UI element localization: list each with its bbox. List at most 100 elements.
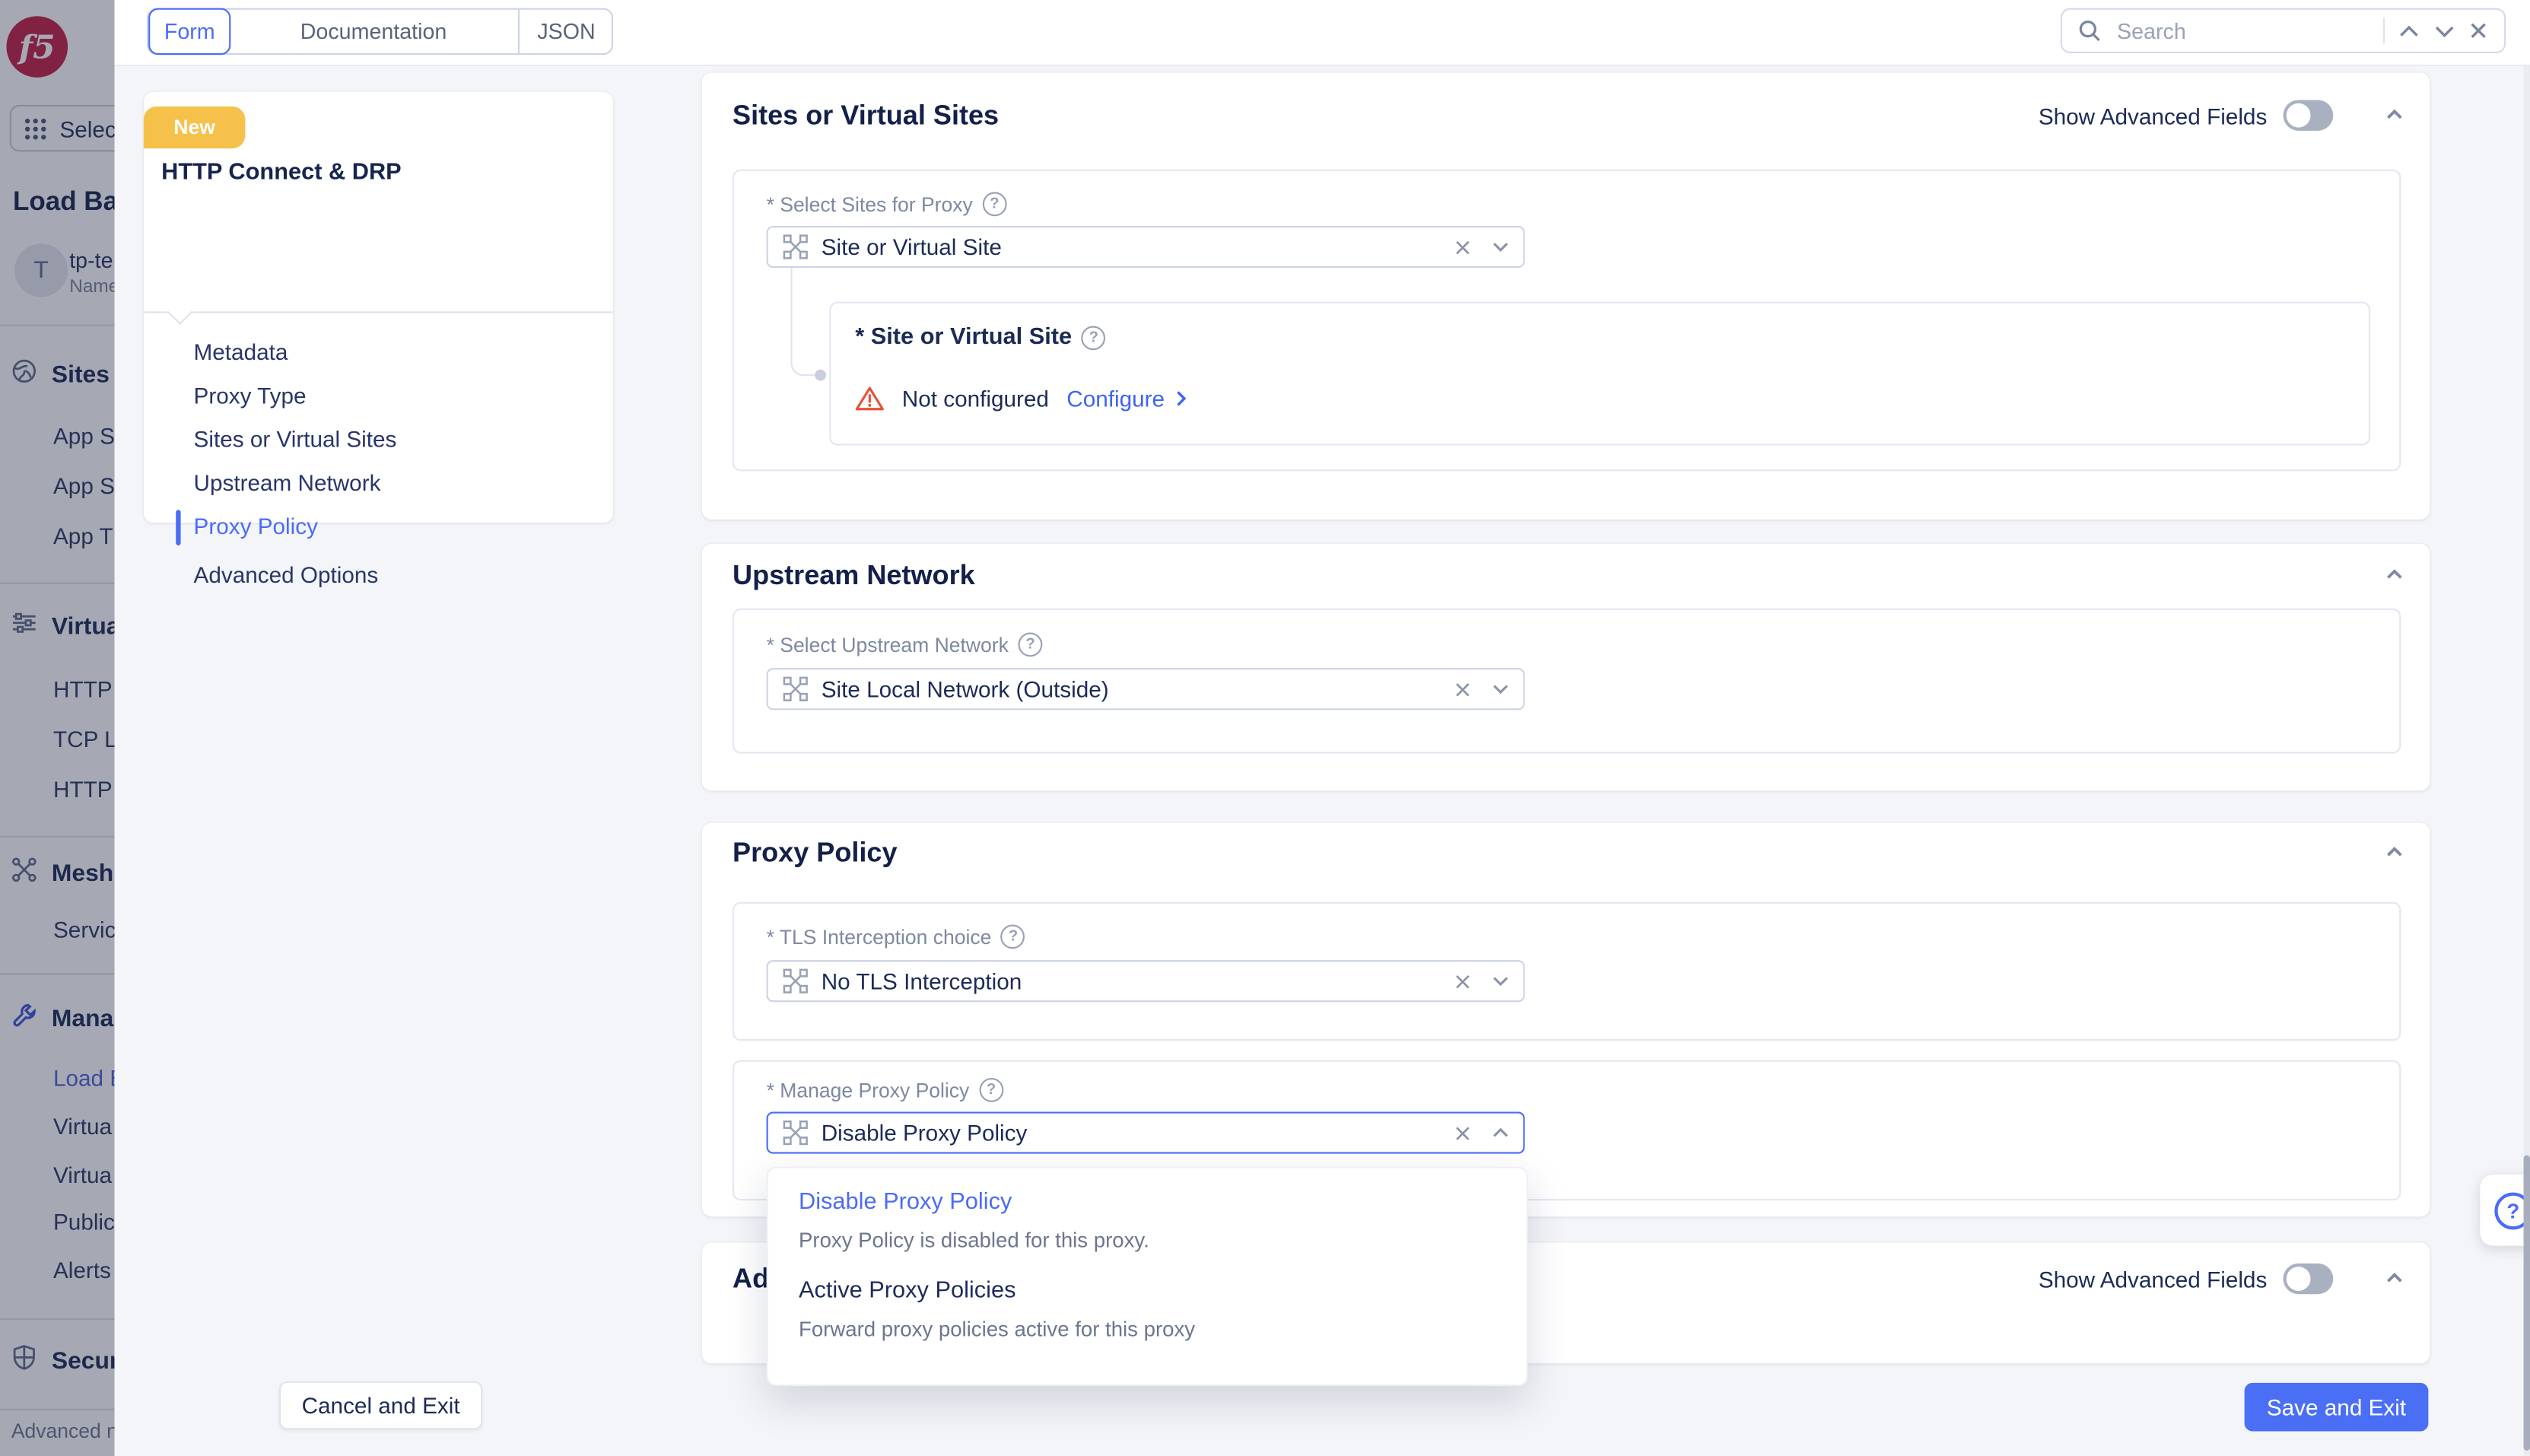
clear-icon[interactable] bbox=[1454, 1124, 1471, 1141]
form-nav-upstream-network[interactable]: Upstream Network bbox=[194, 469, 381, 495]
form-nav-metadata[interactable]: Metadata bbox=[194, 339, 288, 364]
scrollbar-thumb[interactable] bbox=[2522, 1156, 2530, 1451]
active-nav-indicator bbox=[176, 510, 180, 545]
clear-icon[interactable] bbox=[1454, 238, 1471, 256]
field-label-text: * Select Sites for Proxy bbox=[767, 192, 973, 215]
warning-icon bbox=[855, 386, 884, 412]
advanced-fields-row: Show Advanced Fields bbox=[2039, 100, 2333, 131]
clear-icon[interactable] bbox=[1454, 680, 1471, 698]
tab-json[interactable]: JSON bbox=[518, 10, 613, 53]
chevron-up-icon[interactable] bbox=[2398, 24, 2420, 38]
collapse-section-icon[interactable] bbox=[2385, 846, 2404, 859]
chevron-down-icon[interactable] bbox=[2433, 24, 2456, 38]
collapse-section-icon[interactable] bbox=[2385, 108, 2404, 121]
collapse-section-icon[interactable] bbox=[2385, 568, 2404, 581]
field-label-text: * Select Upstream Network bbox=[767, 634, 1009, 656]
chevron-down-icon[interactable] bbox=[1491, 240, 1510, 253]
show-advanced-fields-toggle[interactable] bbox=[2283, 1264, 2333, 1294]
tab-documentation[interactable]: Documentation bbox=[229, 10, 518, 53]
view-tabs: Form Documentation JSON bbox=[147, 8, 613, 56]
show-advanced-fields-toggle[interactable] bbox=[2283, 100, 2333, 131]
section-notch bbox=[167, 300, 192, 325]
reference-icon bbox=[783, 234, 809, 260]
help-tooltip-icon[interactable]: ? bbox=[1001, 924, 1025, 949]
divider bbox=[144, 311, 613, 313]
find-bar bbox=[2061, 8, 2506, 53]
field-group: * TLS Interception choice ? No TLS Inter… bbox=[733, 902, 2401, 1041]
advanced-fields-label: Show Advanced Fields bbox=[2039, 103, 2267, 129]
manage-proxy-policy-dropdown: Disable Proxy Policy Proxy Policy is dis… bbox=[767, 1167, 1528, 1386]
status-row: Not configured Configure bbox=[855, 386, 1187, 412]
help-tooltip-icon[interactable]: ? bbox=[979, 1078, 1003, 1102]
select-value: No TLS Interception bbox=[822, 968, 1441, 994]
cancel-and-exit-button[interactable]: Cancel and Exit bbox=[279, 1381, 482, 1430]
configure-link-text: Configure bbox=[1066, 386, 1165, 412]
form-title: HTTP Connect & DRP bbox=[161, 160, 402, 186]
select-value: Site or Virtual Site bbox=[822, 234, 1441, 260]
section-sites-or-virtual-sites: Sites or Virtual Sites Show Advanced Fie… bbox=[702, 72, 2430, 520]
section-upstream-network: Upstream Network * Select Upstream Netwo… bbox=[702, 544, 2430, 791]
backdrop-sidebar: f5 Selec Load Ba T tp-te Name Sites App … bbox=[0, 0, 115, 1456]
tree-connector-dot bbox=[815, 369, 826, 380]
form-nav-proxy-type[interactable]: Proxy Type bbox=[194, 383, 307, 409]
collapse-section-icon[interactable] bbox=[2385, 1272, 2404, 1285]
chevron-up-icon[interactable] bbox=[1491, 1127, 1510, 1140]
close-icon[interactable] bbox=[2468, 21, 2487, 40]
select-manage-proxy-policy[interactable]: Disable Proxy Policy bbox=[767, 1112, 1525, 1154]
tree-connector bbox=[790, 268, 821, 376]
nested-field-label: * Site or Virtual Site ? bbox=[855, 324, 1105, 350]
select-sites-for-proxy[interactable]: Site or Virtual Site bbox=[767, 226, 1525, 268]
section-title: Sites or Virtual Sites bbox=[733, 100, 999, 132]
save-and-exit-button[interactable]: Save and Exit bbox=[2245, 1383, 2429, 1432]
field-label: * Manage Proxy Policy ? bbox=[767, 1078, 1003, 1102]
section-proxy-policy: Proxy Policy * TLS Interception choice ?… bbox=[702, 823, 2430, 1217]
help-tooltip-icon[interactable]: ? bbox=[1019, 633, 1043, 657]
advanced-fields-row: Show Advanced Fields bbox=[2039, 1264, 2333, 1294]
dropdown-option-description: Forward proxy policies active for this p… bbox=[799, 1317, 1195, 1341]
dropdown-option-active-proxy-policies[interactable]: Active Proxy Policies bbox=[799, 1278, 1015, 1304]
modal-scrim bbox=[0, 0, 115, 1456]
toggle-knob bbox=[2287, 103, 2311, 128]
dropdown-option-disable-proxy-policy[interactable]: Disable Proxy Policy bbox=[799, 1189, 1012, 1215]
nested-field-label-text: * Site or Virtual Site bbox=[855, 324, 1072, 350]
nested-site-config-box: * Site or Virtual Site ? Not configured … bbox=[829, 302, 2370, 446]
page: f5 Selec Load Ba T tp-te Name Sites App … bbox=[0, 0, 2530, 1456]
divider bbox=[2383, 17, 2385, 43]
field-group: * Select Sites for Proxy ? Site or Virtu… bbox=[733, 170, 2401, 472]
select-upstream-network[interactable]: Site Local Network (Outside) bbox=[767, 668, 1525, 710]
form-nav-advanced-options[interactable]: Advanced Options bbox=[194, 561, 379, 587]
select-value: Disable Proxy Policy bbox=[822, 1120, 1441, 1146]
clear-icon[interactable] bbox=[1454, 972, 1471, 990]
field-label: * Select Sites for Proxy ? bbox=[767, 192, 1007, 216]
advanced-fields-label: Show Advanced Fields bbox=[2039, 1266, 2267, 1292]
form-nav-sites-or-virtual-sites[interactable]: Sites or Virtual Sites bbox=[194, 426, 397, 452]
field-label: * Select Upstream Network ? bbox=[767, 633, 1043, 657]
search-input[interactable] bbox=[2114, 17, 2370, 44]
search-icon bbox=[2078, 19, 2101, 42]
field-label-text: * Manage Proxy Policy bbox=[767, 1079, 970, 1102]
reference-icon bbox=[783, 676, 809, 702]
chevron-down-icon[interactable] bbox=[1491, 682, 1510, 695]
reference-icon bbox=[783, 968, 809, 994]
form-topbar: Form Documentation JSON bbox=[115, 0, 2530, 66]
section-title: Proxy Policy bbox=[733, 838, 897, 869]
tab-form[interactable]: Form bbox=[148, 8, 230, 56]
chevron-right-icon bbox=[1174, 389, 1187, 408]
form-nav-card: New HTTP Connect & DRP Metadata Proxy Ty… bbox=[144, 92, 613, 523]
dropdown-option-description: Proxy Policy is disabled for this proxy. bbox=[799, 1228, 1149, 1252]
chevron-down-icon[interactable] bbox=[1491, 974, 1510, 987]
help-tooltip-icon[interactable]: ? bbox=[1082, 325, 1106, 349]
field-group: * Select Upstream Network ? Site Local N… bbox=[733, 609, 2401, 754]
new-badge: New bbox=[144, 106, 246, 148]
help-tooltip-icon[interactable]: ? bbox=[982, 192, 1006, 216]
form-nav-proxy-policy[interactable]: Proxy Policy bbox=[194, 513, 318, 539]
field-label-text: * TLS Interception choice bbox=[767, 926, 992, 949]
reference-icon bbox=[783, 1120, 809, 1146]
status-text: Not configured bbox=[902, 386, 1049, 412]
field-label: * TLS Interception choice ? bbox=[767, 924, 1025, 949]
configure-link[interactable]: Configure bbox=[1066, 386, 1187, 412]
select-value: Site Local Network (Outside) bbox=[822, 676, 1441, 702]
select-tls-interception[interactable]: No TLS Interception bbox=[767, 960, 1525, 1002]
toggle-knob bbox=[2287, 1267, 2311, 1291]
section-title: Upstream Network bbox=[733, 560, 975, 592]
